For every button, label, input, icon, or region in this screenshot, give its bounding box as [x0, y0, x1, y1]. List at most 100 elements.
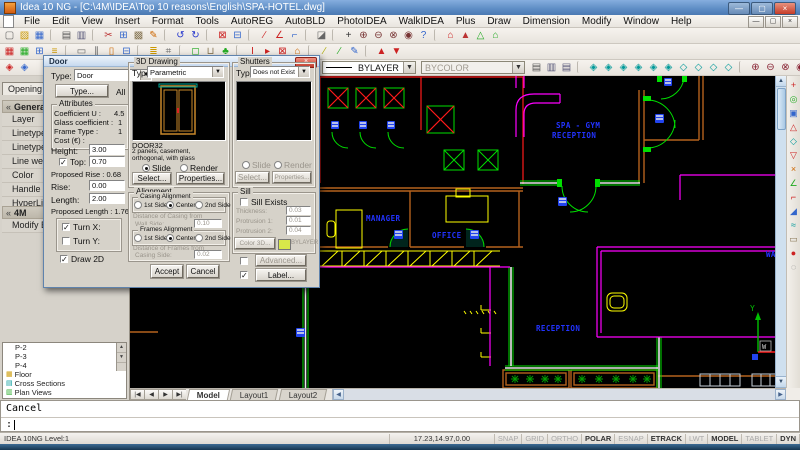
sheet-red-icon[interactable]: ⊠ [215, 29, 230, 43]
sheet-blue-icon[interactable]: ⊟ [230, 29, 245, 43]
erase-icon[interactable]: ◪ [314, 29, 329, 43]
cancel-button[interactable]: Cancel [187, 265, 219, 278]
pen-green-icon[interactable]: ∕ [332, 45, 347, 59]
top-field[interactable]: 0.70 [89, 156, 125, 167]
toggle-snap[interactable]: SNAP [495, 434, 522, 444]
tab-model[interactable]: Model [187, 389, 230, 400]
match-properties-icon[interactable]: ✎ [146, 29, 161, 43]
undo-icon[interactable]: ↺ [173, 29, 188, 43]
status-coordinates[interactable]: 17.23,14.97,0.00 [390, 434, 495, 444]
view-top-icon[interactable]: ◈ [601, 61, 616, 75]
paste-icon[interactable]: ▩ [131, 29, 146, 43]
toggle-tablet[interactable]: TABLET [742, 434, 777, 444]
fillet-icon[interactable]: ◢ [787, 205, 800, 218]
toggle-ortho[interactable]: ORTHO [548, 434, 582, 444]
command-input-line[interactable]: : [1, 418, 799, 432]
plot-icon[interactable]: ▤ [529, 61, 544, 75]
view-front-icon[interactable]: ◈ [616, 61, 631, 75]
toggle-lwt[interactable]: LWT [686, 434, 708, 444]
protrusion2-field[interactable]: 0.04 [286, 226, 311, 235]
menu-format[interactable]: Format [146, 15, 190, 28]
zoom-realtime-icon[interactable]: ⊕ [748, 61, 763, 75]
frames-1st-side-radio[interactable]: 1st Side [134, 234, 168, 242]
advanced-button[interactable]: Advanced... [256, 255, 306, 266]
scroll-down-icon[interactable]: ▼ [117, 353, 126, 363]
mirror-icon[interactable]: ◇ [787, 135, 800, 148]
tree-item-plan-views[interactable]: ▥ Plan Views [3, 388, 126, 397]
tree-item-cross-sections[interactable]: ▤ Cross Sections [3, 379, 126, 388]
last-tab-button[interactable]: ▶| [172, 389, 186, 400]
accept-button[interactable]: Accept [151, 265, 183, 278]
casing-side-field[interactable]: 0.02 [194, 250, 222, 259]
menu-photoidea[interactable]: PhotoIDEA [331, 15, 392, 28]
redo-icon[interactable]: ↻ [188, 29, 203, 43]
dimension-icon[interactable]: ⌐ [287, 29, 302, 43]
select-button[interactable]: Select... [133, 173, 171, 184]
toggle-esnap[interactable]: ESNAP [615, 434, 647, 444]
extend-icon[interactable]: ∠ [787, 177, 800, 190]
drawing-vscrollbar[interactable]: ▲ ▼ [775, 76, 786, 388]
hatch-icon[interactable]: ≈ [787, 219, 800, 232]
scroll-left-icon[interactable]: ◀ [333, 389, 344, 400]
toggle-etrack[interactable]: ETRACK [648, 434, 686, 444]
prev-tab-button[interactable]: ◀ [144, 389, 158, 400]
label-button[interactable]: Label... [256, 269, 306, 281]
save-icon[interactable]: ▦ [32, 29, 47, 43]
frames-center-radio[interactable]: Center [166, 234, 196, 242]
sill-exists-checkbox[interactable]: Sill Exists [240, 197, 287, 207]
vscroll-thumb[interactable] [777, 88, 786, 130]
protrusion1-field[interactable]: 0.01 [286, 216, 311, 225]
pan-icon[interactable]: + [341, 29, 356, 43]
shutters-properties-button[interactable]: Properties... [273, 172, 311, 183]
tab-layout1[interactable]: Layout1 [230, 389, 279, 400]
idea-app-icon[interactable]: ◈ [2, 61, 17, 75]
height-field[interactable]: 3.00 [89, 144, 125, 155]
grid-red-icon[interactable]: ▦ [2, 45, 17, 59]
shutters-select-button[interactable]: Select... [236, 172, 269, 183]
minimize-button[interactable]: — [728, 2, 750, 15]
frames-2nd-side-radio[interactable]: 2nd Side [195, 234, 231, 242]
print-icon[interactable]: ▤ [59, 29, 74, 43]
rotate-icon[interactable]: △ [787, 121, 800, 134]
maximize-button[interactable]: ▢ [751, 2, 773, 15]
orbit-icon[interactable]: ◈ [661, 61, 676, 75]
toggle-dyn[interactable]: DYN [777, 434, 800, 444]
cut-icon[interactable]: ✂ [101, 29, 116, 43]
angle-icon[interactable]: ∠ [272, 29, 287, 43]
trim-icon[interactable]: × [787, 163, 800, 176]
arch-wall-icon[interactable]: ⌂ [443, 29, 458, 43]
camera-icon[interactable]: ◇ [706, 61, 721, 75]
menu-modify[interactable]: Modify [576, 15, 617, 28]
casing-1st-side-radio[interactable]: 1st Side [134, 201, 168, 209]
menu-plus[interactable]: Plus [450, 15, 481, 28]
toggle-model[interactable]: MODEL [708, 434, 742, 444]
color-control-combo[interactable]: BYCOLOR ▼ [421, 61, 525, 74]
rise-field[interactable]: 0.00 [89, 180, 125, 191]
casing-center-radio[interactable]: Center [166, 201, 196, 209]
type-button[interactable]: Type... [56, 85, 108, 97]
zoom-window2-icon[interactable]: ⊗ [778, 61, 793, 75]
slide-radio[interactable]: Slide [142, 163, 171, 173]
mdi-close-button[interactable]: × [782, 16, 798, 28]
layer-control-combo[interactable]: BYLAYER ▼ [322, 61, 416, 74]
arch-door-icon[interactable]: ▲ [458, 29, 473, 43]
publish-icon[interactable]: ▤ [559, 61, 574, 75]
menu-autobld[interactable]: AutoBLD [279, 15, 331, 28]
zoom-out-icon[interactable]: ⊖ [371, 29, 386, 43]
menu-edit[interactable]: Edit [46, 15, 75, 28]
region-icon[interactable]: ▭ [787, 233, 800, 246]
print-preview-icon[interactable]: ▥ [74, 29, 89, 43]
draw-2d-checkbox[interactable]: ✓ Draw 2D [60, 254, 104, 264]
point-icon[interactable]: ● [787, 247, 800, 260]
view-side-icon[interactable]: ◈ [631, 61, 646, 75]
scale-icon[interactable]: ▽ [787, 149, 800, 162]
tree-item-p3[interactable]: P-3 [3, 352, 126, 361]
copy-icon[interactable]: ⊞ [116, 29, 131, 43]
scroll-up-icon[interactable]: ▲ [117, 343, 126, 353]
arch-roof-icon[interactable]: ⌂ [488, 29, 503, 43]
scroll-up-icon[interactable]: ▲ [776, 76, 786, 87]
menu-view[interactable]: View [75, 15, 109, 28]
turn-x-checkbox[interactable]: ✓ Turn X: [62, 222, 101, 232]
drawing-hscrollbar[interactable]: ◀ ▶ [332, 389, 786, 400]
match-target-icon[interactable]: ◎ [787, 93, 800, 106]
